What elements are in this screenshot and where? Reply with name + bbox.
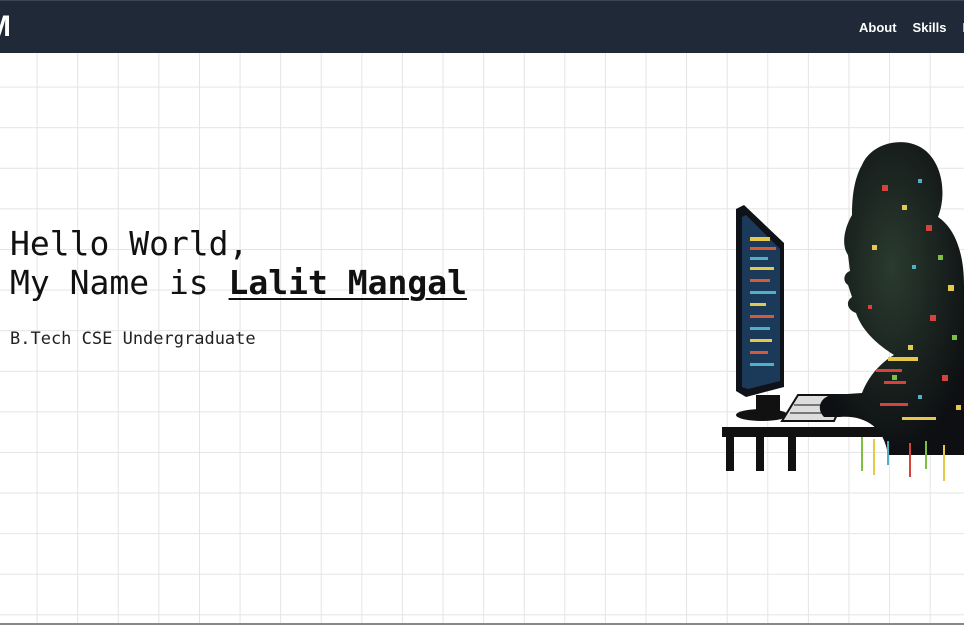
hero-section: Hello World, My Name is Lalit Mangal B.T… [0, 53, 964, 625]
intro-prefix: My Name is [10, 263, 229, 302]
nav-links: About Skills P [859, 20, 964, 35]
greeting-line: Hello World, [10, 224, 249, 263]
author-name: Lalit Mangal [228, 263, 467, 302]
site-logo[interactable]: M [0, 12, 11, 42]
nav-link-skills[interactable]: Skills [913, 20, 947, 35]
nav-link-about[interactable]: About [859, 20, 897, 35]
navbar: M About Skills P [0, 0, 964, 53]
programmer-at-computer-illustration [722, 142, 964, 481]
intro-line: My Name is Lalit Mangal [10, 263, 467, 302]
hero-headline: Hello World, My Name is Lalit Mangal [10, 224, 467, 302]
hero-subtitle: B.Tech CSE Undergraduate [10, 329, 256, 349]
